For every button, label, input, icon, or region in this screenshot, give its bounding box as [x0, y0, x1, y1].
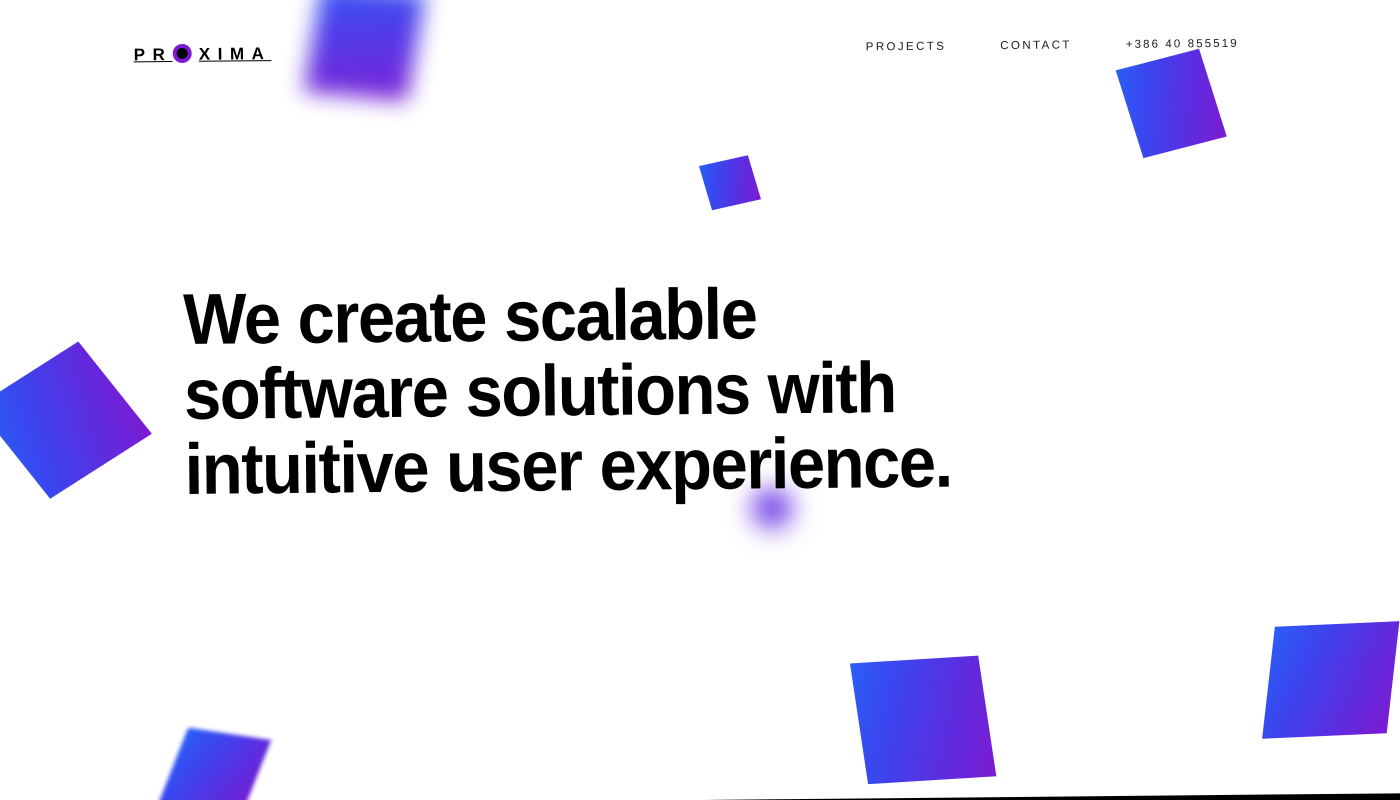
ring-dot-icon — [172, 43, 192, 63]
hero-section: We create scalable software solutions wi… — [182, 274, 1015, 511]
nav-contact[interactable]: CONTACT — [1000, 39, 1072, 52]
nav-phone-number[interactable]: +386 40 855519 — [1126, 38, 1239, 51]
hero-headline: We create scalable software solutions wi… — [182, 274, 953, 511]
gradient-square-bottom-center — [849, 655, 997, 785]
screenshot-stage: PR XIMA PROJECTS CONTACT +386 40 855519 … — [0, 0, 1400, 800]
brand-logo[interactable]: PR XIMA — [133, 43, 272, 64]
nav-projects[interactable]: PROJECTS — [866, 41, 947, 54]
brand-logo-suffix: XIMA — [198, 43, 272, 64]
gradient-parallelogram-bottom-right — [1262, 621, 1400, 739]
gradient-diamond-large-left — [0, 341, 152, 499]
gradient-diamond-small-top-center — [698, 155, 761, 211]
rotated-page-surface: PR XIMA PROJECTS CONTACT +386 40 855519 … — [0, 0, 1400, 800]
gradient-parallelogram-bottom-left — [152, 727, 272, 800]
main-navigation: PROJECTS CONTACT +386 40 855519 — [866, 38, 1239, 54]
brand-logo-prefix: PR — [133, 44, 173, 64]
page-content-layer: PR XIMA PROJECTS CONTACT +386 40 855519 … — [0, 0, 1400, 800]
site-header: PR XIMA PROJECTS CONTACT +386 40 855519 — [0, 0, 1397, 105]
